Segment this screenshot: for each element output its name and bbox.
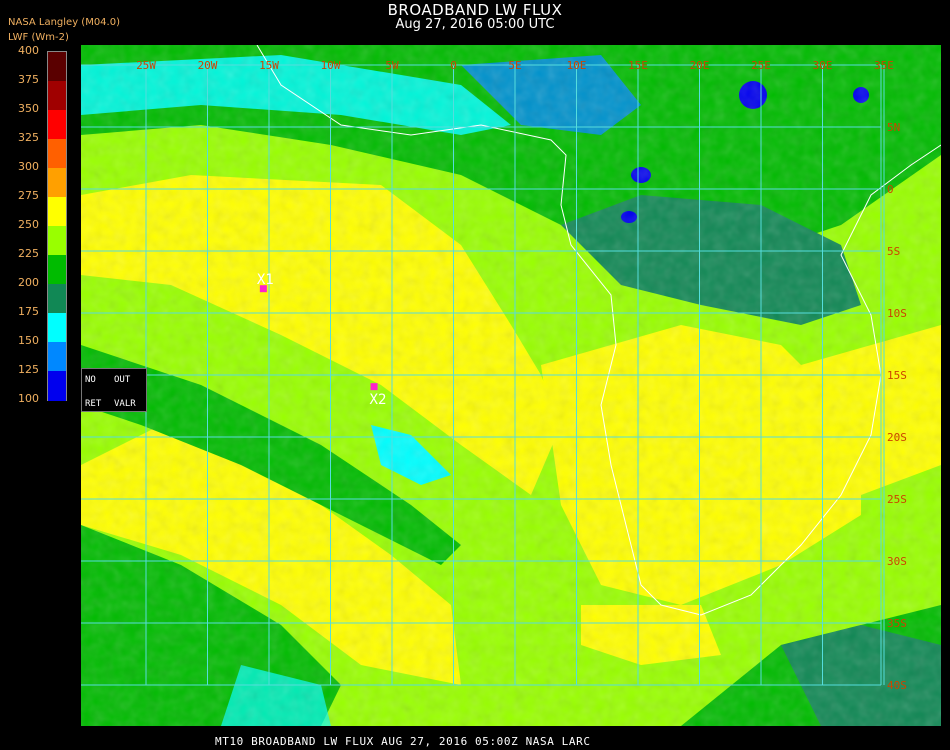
latitude-label: 25S <box>887 493 907 506</box>
latitude-label: 5S <box>887 245 900 258</box>
image-timestamp: Aug 27, 2016 05:00 UTC <box>395 17 555 32</box>
site-marker-label: X2 <box>370 392 387 408</box>
longitude-label: 5W <box>385 59 399 72</box>
longitude-label: 15W <box>259 59 279 72</box>
retrieval-key-box: NO OUT RET VALR <box>81 368 147 412</box>
latitude-label: 0 <box>887 183 894 196</box>
texture-overlay <box>81 45 941 726</box>
color-bar-tick-label: 325 <box>18 131 39 144</box>
color-bar-tick-label: 375 <box>18 73 39 86</box>
color-bar-tick-label: 275 <box>18 189 39 202</box>
color-bar-tick-label: 200 <box>18 276 39 289</box>
longitude-label: 25W <box>136 59 156 72</box>
longitude-label: 5E <box>508 59 521 72</box>
latitude-label: 40S <box>887 679 907 692</box>
footer-caption: MT10 BROADBAND LW FLUX AUG 27, 2016 05:0… <box>215 735 591 748</box>
valr-label: VALR <box>114 399 136 409</box>
ret-label: RET <box>85 399 102 409</box>
longitude-label: 20E <box>690 59 710 72</box>
color-bar-tick-label: 225 <box>18 247 39 260</box>
latitude-label: 35S <box>887 617 907 630</box>
longitude-label: 30E <box>813 59 833 72</box>
latitude-label: 15S <box>887 369 907 382</box>
flux-map: 25W 20W 15W 10W 5W 0 5E 10E 15E 20E 25E 30E 35E 5N 0 5… <box>81 45 941 726</box>
color-bar-tick-label: 150 <box>18 334 39 347</box>
color-bar-tick-label: 400 <box>18 44 39 57</box>
longitude-label: 10E <box>567 59 587 72</box>
latitude-label: 30S <box>887 555 907 568</box>
longitude-label: 0 <box>450 59 457 72</box>
legend-units: LWF (Wm-2) <box>8 32 69 43</box>
longitude-label: 10W <box>321 59 341 72</box>
color-bar-tick-label: 300 <box>18 160 39 173</box>
longitude-label: 35E <box>874 59 894 72</box>
longitude-label: 20W <box>198 59 218 72</box>
color-bar-tick-label: 100 <box>18 392 39 405</box>
out-label: OUT <box>114 375 131 385</box>
color-bar-tick-label: 250 <box>18 218 39 231</box>
longitude-label: 25E <box>751 59 771 72</box>
site-marker-label: X1 <box>257 272 274 288</box>
no-label: NO <box>85 375 96 385</box>
color-bar-tick-label: 175 <box>18 305 39 318</box>
site-marker <box>370 383 378 391</box>
latitude-label: 5N <box>887 121 900 134</box>
latitude-label: 20S <box>887 431 907 444</box>
color-bar-tick-label: 125 <box>18 363 39 376</box>
longitude-label: 15E <box>628 59 648 72</box>
legend-source: NASA Langley (M04.0) <box>8 17 120 28</box>
latitude-label: 10S <box>887 307 907 320</box>
color-bar-tick-label: 350 <box>18 102 39 115</box>
